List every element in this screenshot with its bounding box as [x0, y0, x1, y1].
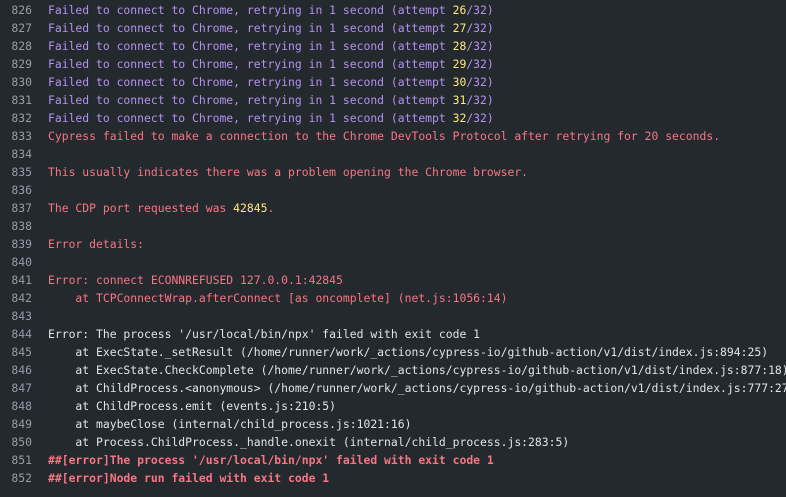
log-line: 830 Failed to connect to Chrome, retrying… [0, 73, 786, 91]
log-text: at ChildProcess.emit (events.js:210:5) [48, 399, 337, 413]
line-number[interactable]: 828 [0, 37, 32, 55]
attempt-number: 29 [452, 57, 467, 71]
log-line: 841 Error: connect ECONNREFUSED 127.0.0.1… [0, 271, 786, 289]
log-line: 834 [0, 145, 786, 163]
cdp-port-number: 42845 [233, 201, 268, 215]
log-line: 827 Failed to connect to Chrome, retrying… [0, 19, 786, 37]
attempt-number: 31 [452, 93, 467, 107]
log-text: at TCPConnectWrap.afterConnect [as oncom… [48, 291, 508, 305]
log-line: 844 Error: The process '/usr/local/bin/np… [0, 325, 786, 343]
log-line: 842 at TCPConnectWrap.afterConnect [as o… [0, 289, 786, 307]
log-line: 829 Failed to connect to Chrome, retrying… [0, 55, 786, 73]
line-number[interactable]: 834 [0, 145, 32, 163]
log-line: 836 [0, 181, 786, 199]
log-line: 833 Cypress failed to make a connection t… [0, 127, 786, 145]
log-text: Error: The process '/usr/local/bin/npx' … [48, 327, 481, 341]
log-text: ##[error]The process '/usr/local/bin/npx… [48, 453, 494, 467]
line-number[interactable]: 841 [0, 271, 32, 289]
log-line: 840 [0, 253, 786, 271]
log-line: 826 Failed to connect to Chrome, retrying… [0, 1, 786, 19]
log-line: 828 Failed to connect to Chrome, retrying… [0, 37, 786, 55]
log-text: ##[error]Node run failed with exit code … [48, 471, 330, 485]
log-text: at Process.ChildProcess._handle.onexit (… [48, 435, 570, 449]
line-number[interactable]: 837 [0, 199, 32, 217]
log-text: Cypress failed to make a connection to t… [48, 129, 721, 143]
log-line: 839 Error details: [0, 235, 786, 253]
attempt-number: 27 [452, 21, 467, 35]
line-number[interactable]: 851 [0, 451, 32, 469]
log-text: at ExecState._setResult (/home/runner/wo… [48, 345, 769, 359]
line-number[interactable]: 849 [0, 415, 32, 433]
attempt-number: 28 [452, 39, 467, 53]
log-text: Failed to connect to Chrome, retrying in… [48, 75, 494, 89]
line-number[interactable]: 826 [0, 1, 32, 19]
log-line: 850 at Process.ChildProcess._handle.onex… [0, 433, 786, 451]
log-text: Failed to connect to Chrome, retrying in… [48, 21, 494, 35]
line-number[interactable]: 846 [0, 361, 32, 379]
log-text: Error: connect ECONNREFUSED 127.0.0.1:42… [48, 273, 343, 287]
log-line: 849 at maybeClose (internal/child_proces… [0, 415, 786, 433]
log-line: 846 at ExecState.CheckComplete (/home/ru… [0, 361, 786, 379]
attempt-number: 32 [452, 111, 467, 125]
log-text: Error details: [48, 237, 145, 251]
log-line-error-annotation: 851 ##[error]The process '/usr/local/bin/… [0, 451, 786, 469]
log-line: 837 The CDP port requested was 42845. [0, 199, 786, 217]
line-number[interactable]: 848 [0, 397, 32, 415]
line-number[interactable]: 842 [0, 289, 32, 307]
log-text: Failed to connect to Chrome, retrying in… [48, 111, 494, 125]
log-text: at maybeClose (internal/child_process.js… [48, 417, 412, 431]
line-number[interactable]: 835 [0, 163, 32, 181]
line-number[interactable]: 830 [0, 73, 32, 91]
log-text: Failed to connect to Chrome, retrying in… [48, 39, 494, 53]
log-line-error-annotation: 852 ##[error]Node run failed with exit co… [0, 469, 786, 487]
log-line: 843 [0, 307, 786, 325]
log-text: at ChildProcess.<anonymous> (/home/runne… [48, 381, 786, 395]
log-line: 848 at ChildProcess.emit (events.js:210:… [0, 397, 786, 415]
log-line: 831 Failed to connect to Chrome, retrying… [0, 91, 786, 109]
line-number[interactable]: 847 [0, 379, 32, 397]
log-line: 835 This usually indicates there was a pr… [0, 163, 786, 181]
log-line: 838 [0, 217, 786, 235]
line-number[interactable]: 844 [0, 325, 32, 343]
attempt-number: 30 [452, 75, 467, 89]
line-number[interactable]: 827 [0, 19, 32, 37]
log-line: 847 at ChildProcess.<anonymous> (/home/r… [0, 379, 786, 397]
line-number[interactable]: 838 [0, 217, 32, 235]
attempt-number: 26 [452, 3, 467, 17]
log-line: 832 Failed to connect to Chrome, retrying… [0, 109, 786, 127]
line-number[interactable]: 833 [0, 127, 32, 145]
log-text: Failed to connect to Chrome, retrying in… [48, 93, 494, 107]
line-number[interactable]: 843 [0, 307, 32, 325]
log-text: The CDP port requested was 42845. [48, 201, 275, 215]
line-number[interactable]: 839 [0, 235, 32, 253]
line-number[interactable]: 852 [0, 469, 32, 487]
log-line: 845 at ExecState._setResult (/home/runne… [0, 343, 786, 361]
log-text: Failed to connect to Chrome, retrying in… [48, 3, 494, 17]
log-text: Failed to connect to Chrome, retrying in… [48, 57, 494, 71]
log-text: at ExecState.CheckComplete (/home/runner… [48, 363, 786, 377]
log-viewer: 826 Failed to connect to Chrome, retrying… [0, 0, 786, 487]
log-text: This usually indicates there was a probl… [48, 165, 529, 179]
line-number[interactable]: 831 [0, 91, 32, 109]
line-number[interactable]: 836 [0, 181, 32, 199]
line-number[interactable]: 840 [0, 253, 32, 271]
line-number[interactable]: 829 [0, 55, 32, 73]
line-number[interactable]: 832 [0, 109, 32, 127]
line-number[interactable]: 845 [0, 343, 32, 361]
line-number[interactable]: 850 [0, 433, 32, 451]
